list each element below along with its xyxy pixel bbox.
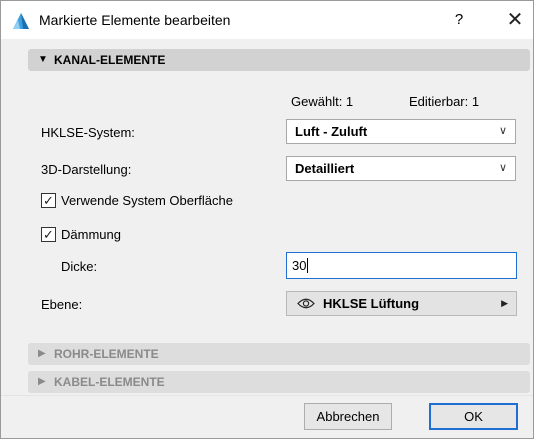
section-label: KANAL-ELEMENTE: [54, 53, 166, 67]
section-rohr-elemente[interactable]: ▶ ROHR-ELEMENTE: [28, 343, 530, 365]
3d-darstellung-select[interactable]: Detailliert ∨: [286, 156, 516, 181]
cancel-button[interactable]: Abbrechen: [304, 403, 392, 430]
insulation-checkbox[interactable]: ✓: [41, 227, 56, 242]
system-surface-label: Verwende System Oberfläche: [61, 193, 233, 208]
chevron-down-icon: ∨: [498, 162, 507, 174]
section-kabel-elemente[interactable]: ▶ KABEL-ELEMENTE: [28, 371, 530, 393]
thickness-input[interactable]: 30: [286, 252, 517, 279]
system-surface-checkbox[interactable]: ✓: [41, 193, 56, 208]
triangle-right-icon: ▶: [501, 298, 508, 308]
layer-value: HKLSE Lüftung: [323, 296, 420, 311]
title-bar: Markierte Elemente bearbeiten ? ✕: [1, 1, 533, 39]
triangle-right-icon: ▶: [38, 348, 46, 359]
footer-divider: [1, 395, 533, 396]
chevron-down-icon: ∨: [498, 125, 507, 137]
hklse-system-label: HKLSE-System:: [41, 125, 135, 140]
ok-button[interactable]: OK: [429, 403, 518, 430]
thickness-label: Dicke:: [61, 259, 98, 274]
layer-select[interactable]: HKLSE Lüftung ▶: [286, 291, 517, 316]
eye-icon: [297, 298, 315, 309]
help-button[interactable]: ?: [449, 10, 469, 30]
section-kanal-elemente[interactable]: ▼ KANAL-ELEMENTE: [28, 49, 530, 71]
section-label: KABEL-ELEMENTE: [54, 375, 165, 389]
section-label: ROHR-ELEMENTE: [54, 347, 159, 361]
hklse-system-value: Luft - Zuluft: [295, 124, 368, 139]
editable-count: Editierbar: 1: [409, 94, 480, 109]
insulation-label: Dämmung: [61, 227, 121, 242]
thickness-value: 30: [292, 258, 307, 273]
app-icon: [13, 13, 29, 29]
triangle-right-icon: ▶: [38, 376, 46, 387]
text-caret: [307, 258, 308, 273]
3d-darstellung-value: Detailliert: [295, 161, 355, 176]
hklse-system-select[interactable]: Luft - Zuluft ∨: [286, 119, 516, 144]
layer-label: Ebene:: [41, 297, 83, 312]
edit-selected-elements-dialog: Markierte Elemente bearbeiten ? ✕ ▼ KANA…: [0, 0, 534, 439]
triangle-down-icon: ▼: [38, 54, 48, 65]
close-button[interactable]: ✕: [503, 8, 527, 32]
window-title: Markierte Elemente bearbeiten: [39, 12, 231, 28]
selected-count: Gewählt: 1: [291, 94, 354, 109]
3d-darstellung-label: 3D-Darstellung:: [41, 162, 132, 177]
